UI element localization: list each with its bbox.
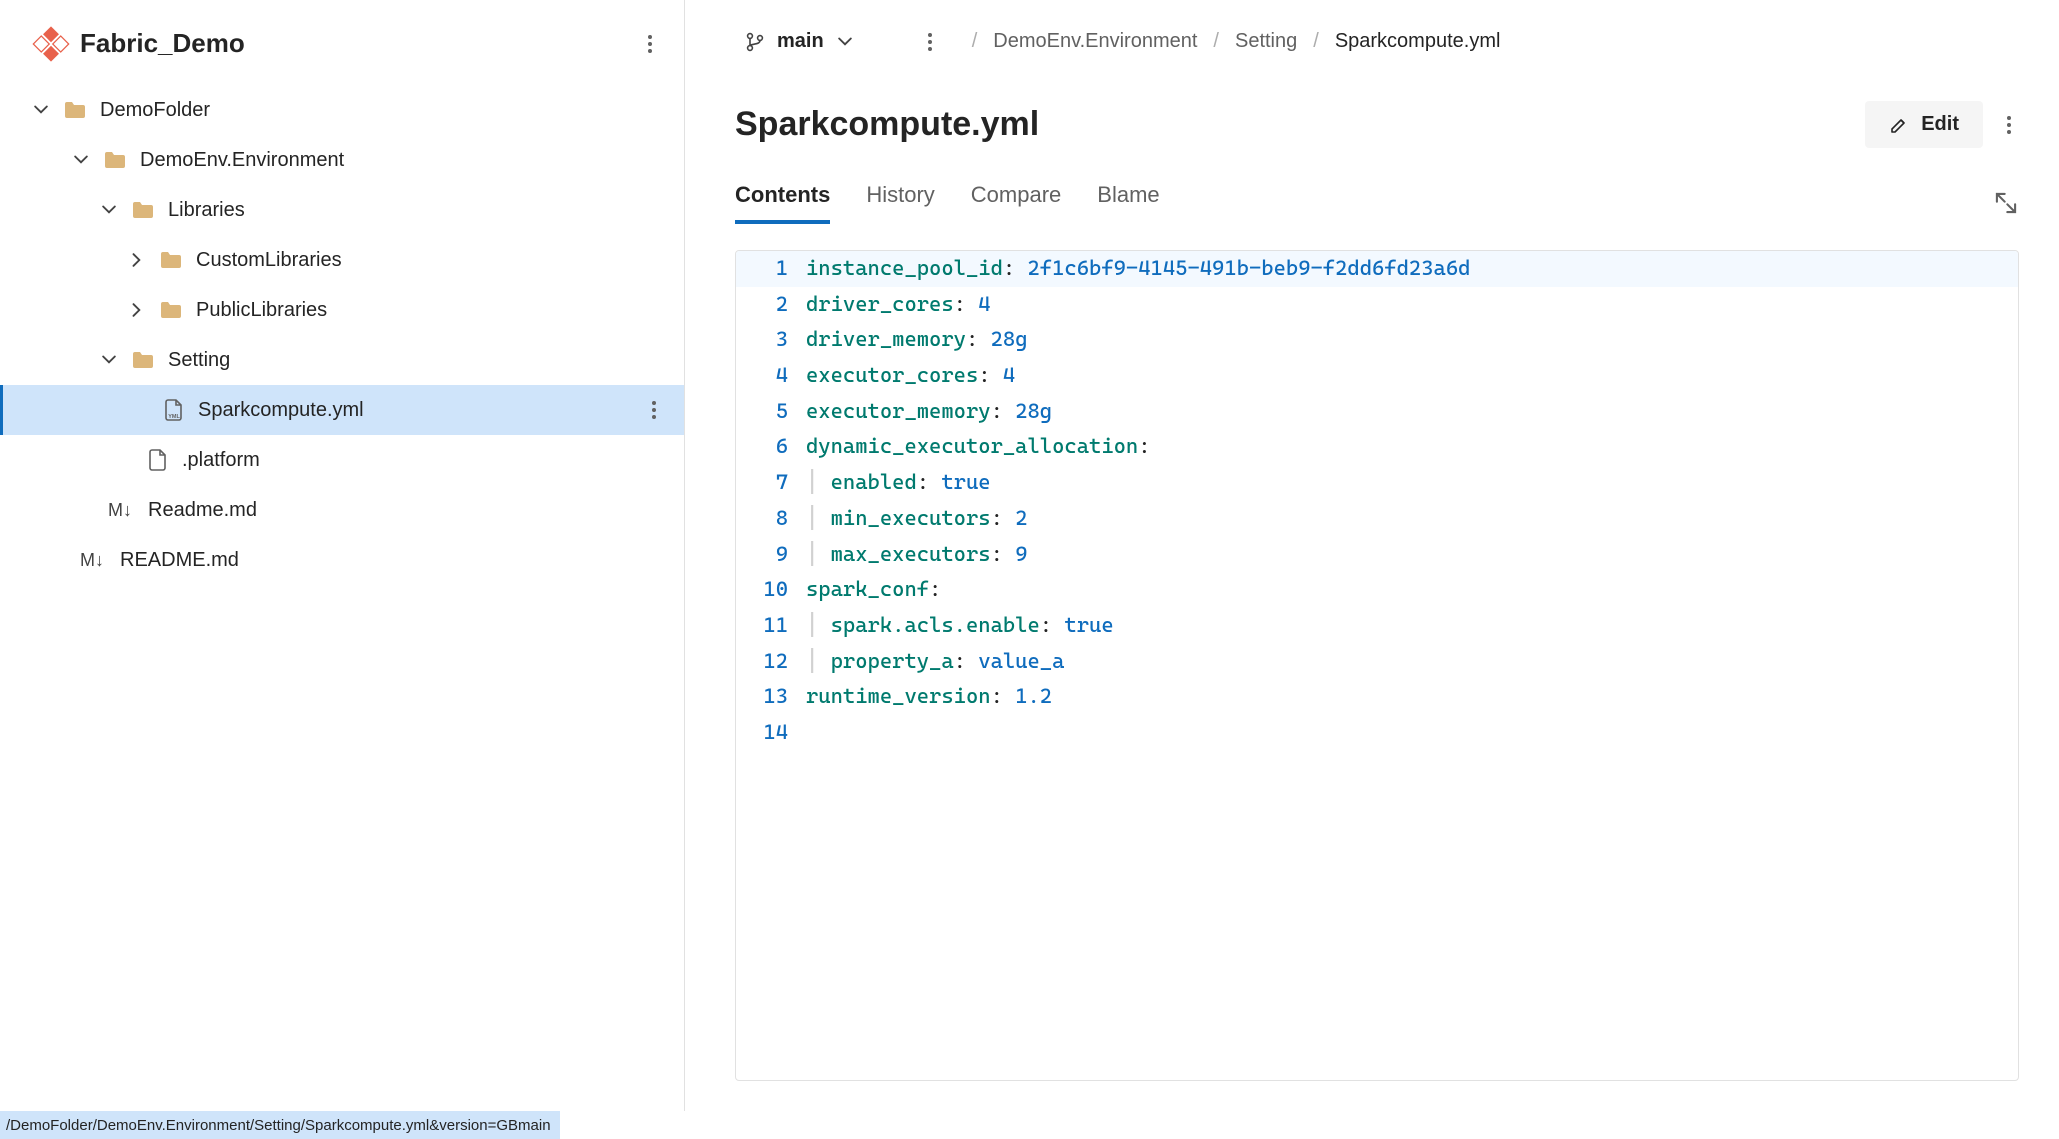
repo-name: Fabric_Demo [80, 28, 245, 59]
line-number: 9 [736, 537, 806, 573]
folder-icon [160, 301, 182, 319]
tree-label: Readme.md [148, 499, 664, 522]
main-panel: main / DemoEnv.Environment / Setting / S… [685, 0, 2059, 1111]
breadcrumb-segment[interactable]: Setting [1235, 30, 1297, 53]
tab-blame[interactable]: Blame [1097, 182, 1159, 224]
tree-file-platform[interactable]: .platform [0, 435, 684, 485]
sidebar-more-icon[interactable] [640, 34, 660, 54]
folder-icon [104, 151, 126, 169]
tab-compare[interactable]: Compare [971, 182, 1061, 224]
tree-label: Sparkcompute.yml [198, 399, 630, 422]
folder-icon [160, 251, 182, 269]
yml-file-icon: YML [164, 399, 184, 421]
tree-folder-libraries[interactable]: Libraries [0, 185, 684, 235]
tree-label: PublicLibraries [196, 299, 664, 322]
repo-icon [30, 22, 72, 64]
repo-title[interactable]: Fabric_Demo [36, 28, 245, 59]
tabs-row: Contents History Compare Blame [685, 148, 2059, 224]
line-number: 3 [736, 322, 806, 358]
sidebar: Fabric_Demo DemoFolder DemoEnv.Environme… [0, 0, 685, 1111]
tree-label: CustomLibraries [196, 249, 664, 272]
line-number: 13 [736, 679, 806, 715]
tree-label: .platform [182, 449, 664, 472]
file-icon [148, 449, 168, 471]
chevron-down-icon [100, 201, 118, 219]
sidebar-header: Fabric_Demo [0, 0, 684, 81]
status-bar: /DemoFolder/DemoEnv.Environment/Setting/… [0, 1111, 560, 1139]
tree-label: DemoEnv.Environment [140, 149, 664, 172]
folder-icon [132, 201, 154, 219]
svg-text:YML: YML [168, 414, 180, 420]
folder-icon [64, 101, 86, 119]
tree-folder-customlibs[interactable]: CustomLibraries [0, 235, 684, 285]
tree-label: DemoFolder [100, 99, 664, 122]
chevron-right-icon [128, 251, 146, 269]
tab-contents[interactable]: Contents [735, 182, 830, 224]
line-number: 2 [736, 287, 806, 323]
breadcrumb-separator: / [1313, 30, 1319, 53]
file-title: Sparkcompute.yml [735, 105, 1039, 144]
file-actions: Edit [1865, 101, 2019, 148]
folder-icon [132, 351, 154, 369]
chevron-down-icon [836, 33, 854, 51]
tree-label: Setting [168, 349, 664, 372]
tree-file-sparkcompute[interactable]: YML Sparkcompute.yml [0, 385, 684, 435]
chevron-right-icon [128, 301, 146, 319]
status-path: /DemoFolder/DemoEnv.Environment/Setting/… [6, 1117, 551, 1134]
line-number: 1 [736, 251, 806, 287]
breadcrumb-separator: / [972, 30, 978, 53]
tree-file-readme-inner[interactable]: M↓ Readme.md [0, 485, 684, 535]
breadcrumb-separator: / [1213, 30, 1219, 53]
chevron-down-icon [72, 151, 90, 169]
line-number: 8 [736, 501, 806, 537]
chevron-down-icon [100, 351, 118, 369]
main-top-bar: main / DemoEnv.Environment / Setting / S… [685, 0, 2059, 59]
branch-more-icon[interactable] [920, 32, 940, 52]
pencil-icon [1889, 115, 1909, 135]
code-viewer[interactable]: 1instance_pool_id: 2f1c6bf9-4145-491b-be… [735, 250, 2019, 1081]
edit-label: Edit [1921, 113, 1959, 136]
line-number: 12 [736, 644, 806, 680]
tree-folder-publiclibs[interactable]: PublicLibraries [0, 285, 684, 335]
tabs: Contents History Compare Blame [735, 182, 1160, 224]
branch-picker[interactable]: main [735, 24, 864, 59]
tree-folder-demofolder[interactable]: DemoFolder [0, 85, 684, 135]
line-number: 7 [736, 465, 806, 501]
file-header: Sparkcompute.yml Edit [685, 59, 2059, 148]
tab-history[interactable]: History [866, 182, 934, 224]
line-number: 14 [736, 715, 806, 751]
row-more-icon[interactable] [644, 400, 664, 420]
breadcrumb: / DemoEnv.Environment / Setting / Sparkc… [972, 30, 2029, 53]
edit-button[interactable]: Edit [1865, 101, 1983, 148]
file-tree: DemoFolder DemoEnv.Environment Libraries… [0, 81, 684, 1111]
tree-label: Libraries [168, 199, 664, 222]
line-number: 10 [736, 572, 806, 608]
file-more-icon[interactable] [1999, 115, 2019, 135]
tree-folder-demoenv[interactable]: DemoEnv.Environment [0, 135, 684, 185]
branch-label: main [777, 30, 824, 53]
fullscreen-icon[interactable] [1993, 190, 2019, 216]
line-number: 11 [736, 608, 806, 644]
breadcrumb-segment-current[interactable]: Sparkcompute.yml [1335, 30, 1501, 53]
chevron-down-icon [32, 101, 50, 119]
markdown-icon: M↓ [108, 500, 134, 521]
breadcrumb-segment[interactable]: DemoEnv.Environment [993, 30, 1197, 53]
branch-icon [745, 32, 765, 52]
markdown-icon: M↓ [80, 550, 106, 571]
tree-file-readme-root[interactable]: M↓ README.md [0, 535, 684, 585]
tree-folder-setting[interactable]: Setting [0, 335, 684, 385]
line-number: 6 [736, 429, 806, 465]
tree-label: README.md [120, 549, 664, 572]
line-number: 5 [736, 394, 806, 430]
line-number: 4 [736, 358, 806, 394]
